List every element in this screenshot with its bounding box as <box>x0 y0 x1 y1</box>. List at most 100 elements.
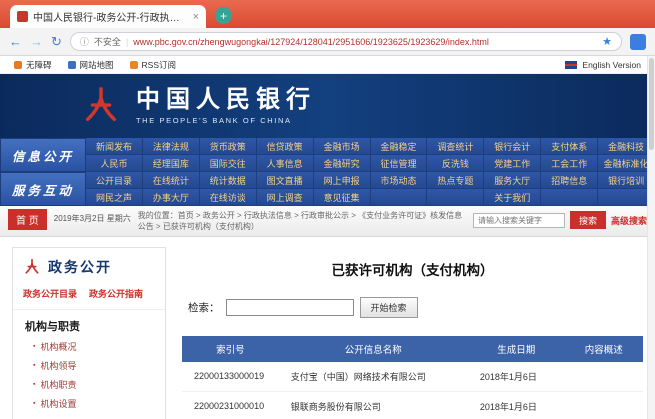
info-icon[interactable]: ⓘ <box>80 35 89 48</box>
pboc-mini-logo-icon <box>23 258 41 276</box>
breadcrumb[interactable]: 我的位置：首页 > 政务公开 > 行政执法信息 > 行政审批公示 > 《支付业务… <box>138 209 466 233</box>
sidebar-item-org-structure[interactable]: ▪ 机构设置 <box>13 394 165 413</box>
sidebar-title: 政务公开 <box>48 257 112 277</box>
sidebar-item-label: 机构概况 <box>40 340 76 353</box>
forward-icon[interactable]: → <box>30 35 43 48</box>
accessibility-link[interactable]: 无障碍 <box>14 59 52 71</box>
search-button[interactable]: 搜索 <box>570 211 606 229</box>
address-bar[interactable]: ⓘ 不安全 | www.pbc.gov.cn/zhengwugongkai/12… <box>70 32 622 51</box>
nav-item[interactable]: 征信管理 <box>371 155 428 172</box>
nav-item[interactable]: 招聘信息 <box>541 172 598 189</box>
col-header-name: 公开信息名称 <box>279 336 468 362</box>
nav-row: 新闻发布 法律法规 货币政策 信贷政策 金融市场 金融稳定 调查统计 银行会计 … <box>86 138 655 155</box>
nav-item[interactable]: 工会工作 <box>541 155 598 172</box>
nav-item[interactable]: 网民之声 <box>86 189 143 206</box>
nav-item[interactable]: 货币政策 <box>200 138 257 155</box>
bullet-icon: ▪ <box>33 400 35 407</box>
security-label: 不安全 <box>94 35 121 48</box>
sidebar-link-catalog[interactable]: 政务公开目录 <box>23 287 77 300</box>
nav-item[interactable]: 金融研究 <box>314 155 371 172</box>
nav-item[interactable]: 信贷政策 <box>257 138 314 155</box>
nav-item[interactable]: 热点专题 <box>427 172 484 189</box>
back-icon[interactable]: ← <box>9 35 22 48</box>
nav-item[interactable]: 市场动态 <box>371 172 428 189</box>
english-version-link[interactable]: English Version <box>565 60 641 70</box>
extension-icon[interactable] <box>630 34 646 50</box>
nav-item[interactable]: 人民币 <box>86 155 143 172</box>
sidebar-section: 机构与职责 ▪ 机构概况 ▪ 机构领导 ▪ 机构职责 ▪ 机构设置 <box>13 310 165 413</box>
nav-item[interactable]: 经理国库 <box>143 155 200 172</box>
nav-item[interactable]: 关于我们 <box>484 189 541 206</box>
address-separator: | <box>126 37 128 47</box>
nav-item[interactable]: 服务大厅 <box>484 172 541 189</box>
bookmark-star-icon[interactable]: ★ <box>602 35 612 48</box>
retrieve-input[interactable] <box>226 299 354 316</box>
cell-summary <box>565 391 643 419</box>
sidebar: 政务公开 政务公开目录 政务公开指南 机构与职责 ▪ 机构概况 ▪ 机构领导 ▪… <box>12 247 166 419</box>
site-banner: 中国人民银行 THE PEOPLE'S BANK OF CHINA <box>0 74 655 138</box>
new-tab-button[interactable]: + <box>215 7 232 24</box>
site-search: 搜索 高级搜索 <box>473 209 647 229</box>
nav-item[interactable]: 意见征集 <box>314 189 371 206</box>
nav-item[interactable]: 网上申报 <box>314 172 371 189</box>
browser-toolbar: ← → ↻ ⓘ 不安全 | www.pbc.gov.cn/zhengwugong… <box>0 28 655 56</box>
flag-icon <box>565 61 577 69</box>
refresh-icon[interactable]: ↻ <box>51 35 62 48</box>
nav-item[interactable]: 在线访谈 <box>200 189 257 206</box>
cell-summary <box>565 362 643 392</box>
cell-date: 2018年1月6日 <box>468 391 565 419</box>
sidebar-item-org-overview[interactable]: ▪ 机构概况 <box>13 337 165 356</box>
nav-item[interactable]: 反洗钱 <box>427 155 484 172</box>
nav-row: 人民币 经理国库 国际交往 人事信息 金融研究 征信管理 反洗钱 党建工作 工会… <box>86 155 655 172</box>
sitemap-link[interactable]: 网站地图 <box>68 59 114 71</box>
bullet-icon: ▪ <box>33 381 35 388</box>
scrollbar-thumb[interactable] <box>649 58 654 150</box>
home-button[interactable]: 首 页 <box>8 209 47 230</box>
cell-name[interactable]: 支付宝（中国）网络技术有限公司 <box>279 362 468 392</box>
browser-tab[interactable]: 中国人民银行-政务公开-行政执法信息 × <box>10 5 206 28</box>
nav-section-headers: 信息公开 服务互动 <box>0 138 86 206</box>
nav-item <box>427 189 484 206</box>
nav-section-service[interactable]: 服务互动 <box>0 172 86 206</box>
sidebar-link-guide[interactable]: 政务公开指南 <box>89 287 143 300</box>
nav-item[interactable]: 人事信息 <box>257 155 314 172</box>
retrieve-button[interactable]: 开始检索 <box>360 297 418 318</box>
nav-item[interactable]: 公开目录 <box>86 172 143 189</box>
nav-item[interactable]: 国际交往 <box>200 155 257 172</box>
nav-item[interactable]: 网上调查 <box>257 189 314 206</box>
bullet-icon: ▪ <box>33 362 35 369</box>
nav-section-info-disclosure[interactable]: 信息公开 <box>0 138 86 172</box>
sidebar-item-label: 机构领导 <box>40 359 76 372</box>
nav-row: 公开目录 在线统计 统计数据 图文直播 网上申报 市场动态 热点专题 服务大厅 … <box>86 172 655 189</box>
nav-item[interactable]: 支付体系 <box>541 138 598 155</box>
nav-item[interactable]: 图文直播 <box>257 172 314 189</box>
sitemap-icon <box>68 61 76 69</box>
nav-item[interactable]: 银行会计 <box>484 138 541 155</box>
main-navigation: 信息公开 服务互动 新闻发布 法律法规 货币政策 信贷政策 金融市场 金融稳定 … <box>0 138 655 206</box>
nav-item[interactable]: 党建工作 <box>484 155 541 172</box>
advanced-search-link[interactable]: 高级搜索 <box>611 214 647 227</box>
nav-item[interactable]: 金融稳定 <box>371 138 428 155</box>
nav-item[interactable]: 调查统计 <box>427 138 484 155</box>
search-input[interactable] <box>473 213 565 228</box>
nav-item[interactable]: 法律法规 <box>143 138 200 155</box>
sidebar-item-org-duties[interactable]: ▪ 机构职责 <box>13 375 165 394</box>
cell-index: 22000133000019 <box>182 362 279 392</box>
nav-item[interactable]: 办事大厅 <box>143 189 200 206</box>
banner-titles: 中国人民银行 THE PEOPLE'S BANK OF CHINA <box>136 87 316 124</box>
retrieve-label: 检索： <box>188 300 220 315</box>
tab-close-icon[interactable]: × <box>193 11 199 23</box>
content-area: 已获许可机构（支付机构） 检索： 开始检索 索引号 公开信息名称 生成日期 内容… <box>182 247 643 419</box>
nav-item[interactable]: 金融市场 <box>314 138 371 155</box>
vertical-scrollbar[interactable] <box>647 56 655 419</box>
sidebar-item-org-leaders[interactable]: ▪ 机构领导 <box>13 356 165 375</box>
rss-link[interactable]: RSS订阅 <box>130 59 176 71</box>
cell-name[interactable]: 银联商务股份有限公司 <box>279 391 468 419</box>
nav-item[interactable]: 统计数据 <box>200 172 257 189</box>
table-row: 22000231000010 银联商务股份有限公司 2018年1月6日 <box>182 391 643 419</box>
accessibility-label: 无障碍 <box>26 59 52 71</box>
page-title: 已获许可机构（支付机构） <box>182 259 643 279</box>
nav-item[interactable]: 在线统计 <box>143 172 200 189</box>
nav-item[interactable]: 新闻发布 <box>86 138 143 155</box>
site-utility-bar: 无障碍 网站地图 RSS订阅 English Version <box>0 56 655 74</box>
